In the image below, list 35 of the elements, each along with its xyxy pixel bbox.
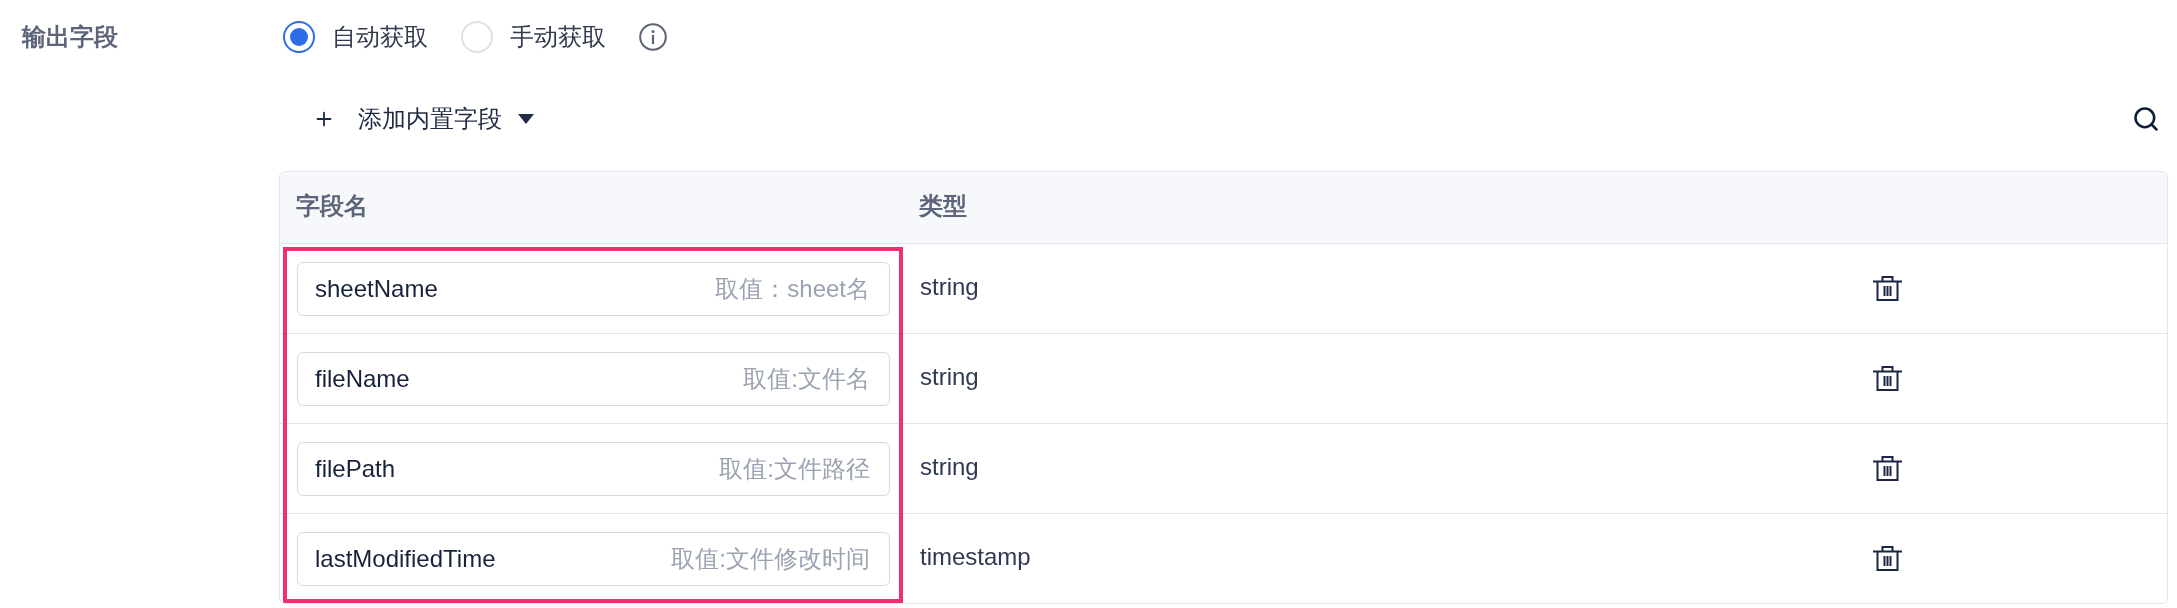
search-icon	[2132, 105, 2160, 133]
trash-icon	[1873, 366, 1902, 391]
field-name-input[interactable]: lastModifiedTime 取值:文件修改时间	[297, 531, 890, 586]
field-value[interactable]: fileName	[315, 366, 410, 391]
column-header: 类型	[919, 192, 967, 219]
radio-label[interactable]: 手动获取	[510, 25, 606, 49]
field-name-input[interactable]: sheetName 取值：sheet名	[297, 261, 890, 316]
type-text: string	[920, 363, 979, 390]
type-text: string	[920, 453, 979, 480]
section-label: 输出字段	[22, 25, 118, 49]
field-name-input[interactable]: fileName 取值:文件名	[297, 351, 890, 406]
delete-button[interactable]	[1873, 366, 1902, 391]
field-name-input[interactable]: filePath 取值:文件路径	[297, 441, 890, 496]
type-text: timestamp	[920, 543, 1031, 570]
delete-button[interactable]	[1873, 546, 1902, 571]
search-button[interactable]	[2132, 105, 2160, 133]
value-hint: 取值:文件名	[743, 366, 870, 391]
field-value[interactable]: sheetName	[315, 276, 438, 301]
delete-button[interactable]	[1873, 276, 1902, 301]
trash-icon	[1873, 546, 1902, 571]
trash-icon	[1873, 276, 1902, 301]
radio-button[interactable]	[283, 21, 315, 53]
radio-label[interactable]: 自动获取	[332, 25, 428, 49]
caret-icon	[518, 114, 534, 124]
column-header: 字段名	[296, 192, 368, 219]
field-value[interactable]: lastModifiedTime	[315, 546, 496, 571]
info-icon[interactable]	[639, 23, 667, 51]
field-value[interactable]: filePath	[315, 456, 396, 481]
value-hint: 取值:文件修改时间	[671, 546, 870, 571]
trash-icon	[1873, 456, 1902, 481]
delete-button[interactable]	[1873, 456, 1902, 481]
add-field-button[interactable]: 添加内置字段	[313, 107, 534, 131]
value-hint: 取值:文件路径	[719, 456, 870, 481]
value-hint: 取值：sheet名	[715, 276, 870, 301]
type-text: string	[920, 273, 979, 300]
